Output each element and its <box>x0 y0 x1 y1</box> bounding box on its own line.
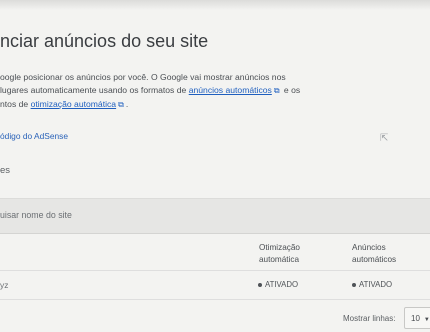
search-input[interactable]: uisar nome do site <box>0 210 72 220</box>
mouse-cursor-icon: ⇱ <box>380 133 389 144</box>
top-shadow <box>0 0 430 10</box>
description-line-2-text: lugares automaticamente usando os format… <box>0 85 189 96</box>
optimization-status: ATIVADO <box>258 280 298 289</box>
site-search-bar[interactable]: uisar nome do site <box>0 198 430 234</box>
status-dot-icon <box>352 282 356 287</box>
status-dot-icon <box>258 282 262 287</box>
description-line-2-tail: e os <box>281 85 301 96</box>
adsense-code-link[interactable]: ódigo do AdSense <box>0 131 68 141</box>
table-row[interactable]: yz ATIVADO ATIVADO <box>0 271 430 300</box>
description-line-3-tail: . <box>125 98 129 109</box>
external-link-icon[interactable]: ⧉ <box>274 84 280 97</box>
description-line-3-text: ntos de <box>0 98 31 109</box>
column-header-optimization[interactable]: Otimização automática <box>259 242 300 266</box>
column-header-optimization-line-1: Otimização <box>259 243 300 252</box>
description-line-1: oogle posicionar os anúncios por você. O… <box>0 72 286 82</box>
column-header-auto-ads-line-1: Anúncios <box>352 243 386 252</box>
page-title: nciar anúncios do seu site <box>0 31 209 51</box>
column-header-optimization-line-2: automática <box>259 255 300 264</box>
rows-per-page-value: 10 <box>411 314 420 323</box>
auto-ads-status-label: ATIVADO <box>359 280 393 289</box>
description: oogle posicionar os anúncios por você. O… <box>0 71 428 111</box>
external-link-icon[interactable]: ⧉ <box>118 98 124 111</box>
rows-per-page-select[interactable]: 10 ▼ <box>404 307 430 329</box>
auto-ads-link[interactable]: anúncios automáticos <box>189 85 272 95</box>
chevron-down-icon[interactable]: ▼ <box>424 317 430 323</box>
auto-ads-status: ATIVADO <box>352 280 392 289</box>
column-header-auto-ads[interactable]: Anúncios automáticos <box>352 242 396 266</box>
site-name-cell[interactable]: yz <box>0 280 8 290</box>
auto-optimization-link[interactable]: otimização automática <box>31 99 117 109</box>
description-line-2: lugares automaticamente usando os format… <box>0 84 428 97</box>
section-label: es <box>0 165 11 176</box>
table-header: Otimização automática Anúncios automátic… <box>0 236 430 271</box>
rows-per-page-label: Mostrar linhas: <box>343 314 396 323</box>
optimization-status-label: ATIVADO <box>265 280 299 289</box>
description-line-3: ntos de otimização automática ⧉. <box>0 98 428 111</box>
column-header-auto-ads-line-2: automáticos <box>352 255 397 264</box>
